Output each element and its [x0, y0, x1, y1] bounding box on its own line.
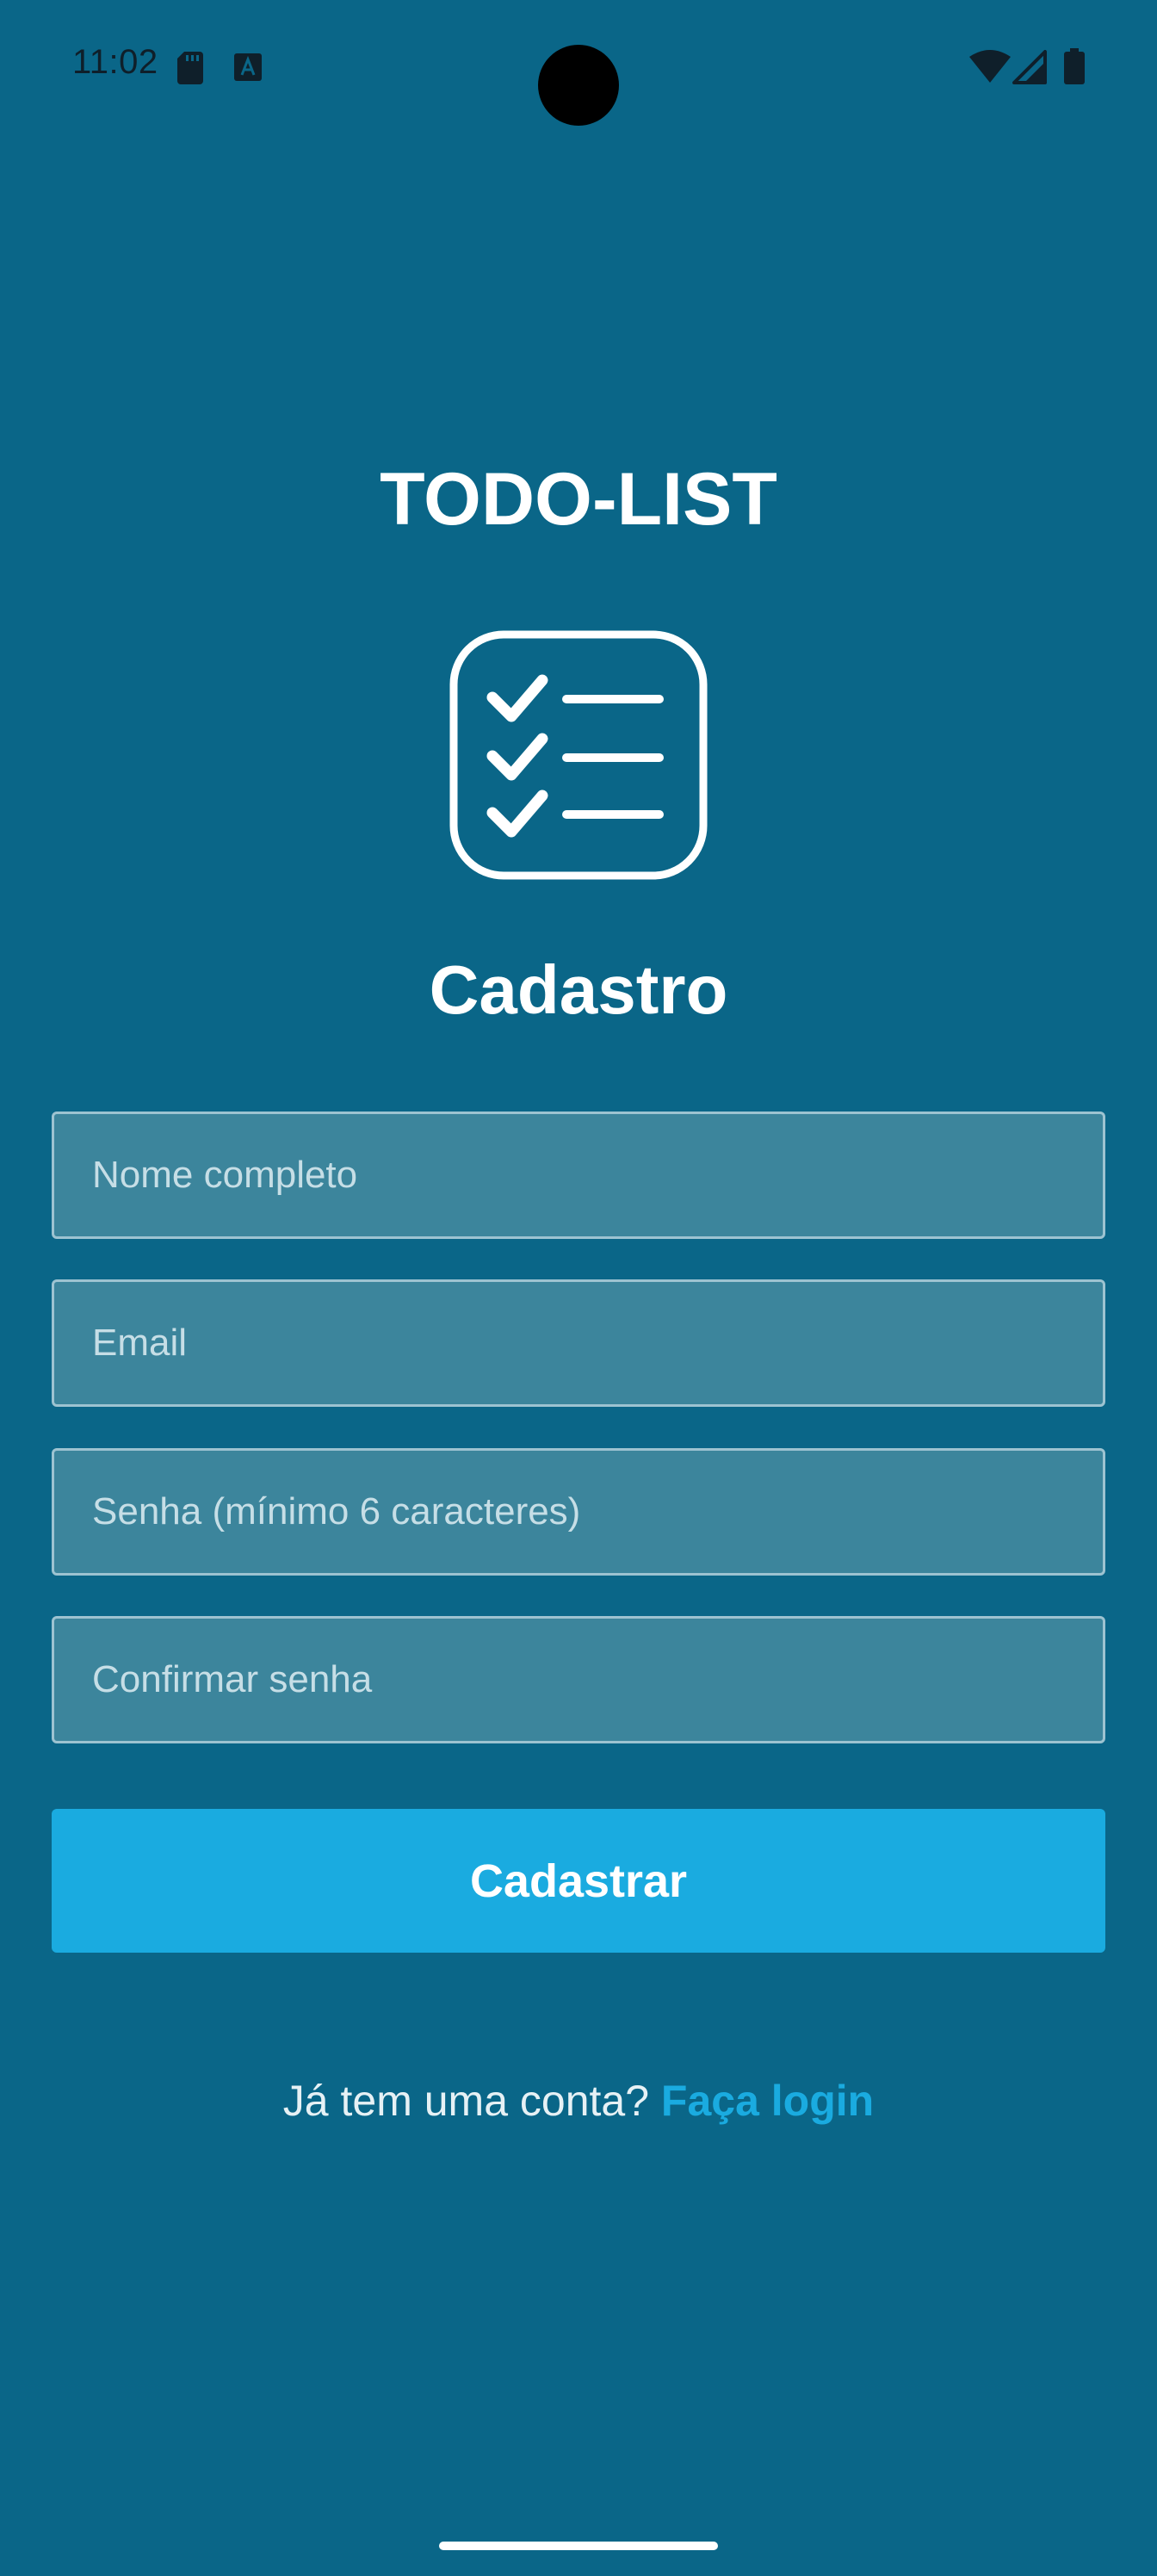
password-input[interactable] [52, 1448, 1105, 1576]
email-input[interactable] [52, 1279, 1105, 1407]
status-time: 11:02 [72, 43, 158, 81]
confirm-password-input[interactable] [52, 1616, 1105, 1743]
wifi-icon [969, 50, 1011, 83]
battery-icon [1064, 48, 1085, 84]
checklist-icon [449, 630, 708, 880]
login-link[interactable]: Faça login [661, 2077, 874, 2125]
login-prompt: Já tem uma conta? Faça login [0, 2071, 1157, 2131]
app-title: TODO-LIST [380, 458, 777, 541]
login-prompt-text: Já tem uma conta? [282, 2077, 661, 2125]
full-name-input[interactable] [52, 1112, 1105, 1239]
signal-icon [1012, 50, 1047, 84]
front-camera [538, 45, 619, 126]
home-indicator[interactable] [439, 2542, 718, 2550]
page-title: Cadastro [429, 951, 728, 1028]
status-bar: 11:02 [0, 0, 1157, 138]
register-button[interactable]: Cadastrar [52, 1809, 1105, 1953]
sd-card-icon [177, 52, 203, 84]
a-notification-icon [234, 53, 262, 81]
